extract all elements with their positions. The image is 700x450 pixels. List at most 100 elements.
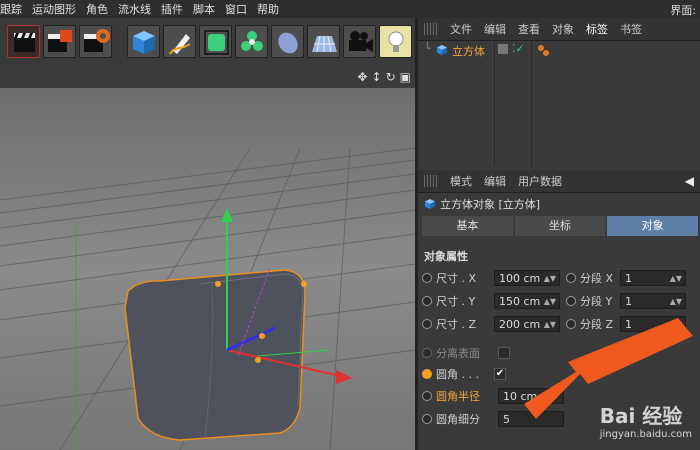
clapper-gear-icon <box>84 29 110 52</box>
fillet-radius-label: 圆角半径 <box>436 390 480 403</box>
viewport-nav: ✥ ↕ ↻ ▣ <box>357 70 411 84</box>
fillet-handle-4[interactable] <box>301 281 307 287</box>
floor-icon <box>312 35 337 53</box>
menu-window[interactable]: 窗口 <box>225 1 247 17</box>
om-menu-tags[interactable]: 标签 <box>586 21 608 37</box>
fillet-checkbox[interactable]: ✔ <box>494 368 506 380</box>
size-x-radio[interactable] <box>422 273 432 283</box>
fillet-handle-3[interactable] <box>215 281 221 287</box>
fillet-radius-radio[interactable] <box>422 391 432 401</box>
grip-icon[interactable] <box>424 175 438 187</box>
viewport-scene <box>0 147 415 450</box>
visible-check-icon[interactable]: ⁚✓ <box>512 42 525 55</box>
am-menu-userdata[interactable]: 用户数据 <box>518 173 562 189</box>
pen-tool-button[interactable] <box>163 25 196 58</box>
segments-x-label: 分段 X <box>580 272 614 285</box>
om-menu-bookmarks[interactable]: 书签 <box>620 21 642 37</box>
segments-y-field[interactable]: 1 ▲▼ <box>620 293 686 309</box>
am-menu-edit[interactable]: 编辑 <box>484 173 506 189</box>
am-menu-mode[interactable]: 模式 <box>450 173 472 189</box>
tab-coordinates[interactable]: 坐标 <box>514 216 606 236</box>
size-y-radio[interactable] <box>422 296 432 306</box>
deformer-button[interactable] <box>271 25 304 58</box>
attribute-manager-menu: 模式 编辑 用户数据 ◀ <box>418 170 700 193</box>
menu-character[interactable]: 角色 <box>86 1 108 17</box>
3d-viewport[interactable] <box>0 88 415 450</box>
size-x-label: 尺寸 . X <box>436 272 477 285</box>
om-menu-file[interactable]: 文件 <box>450 21 472 37</box>
menu-pipeline[interactable]: 流水线 <box>118 1 151 17</box>
cube-icon <box>425 199 435 209</box>
attribute-tabs: 基本 坐标 对象 <box>422 216 700 236</box>
om-menu-view[interactable]: 查看 <box>518 21 540 37</box>
tree-line-icon: └ <box>424 42 431 55</box>
add-cube-button[interactable] <box>127 25 160 58</box>
clapper-region-icon <box>48 30 72 52</box>
menu-mograph[interactable]: 运动图形 <box>32 1 76 17</box>
rotate-view-icon[interactable]: ↻ <box>386 70 396 84</box>
tab-basic[interactable]: 基本 <box>422 216 513 236</box>
fillet-subdivision-label: 圆角细分 <box>436 413 480 426</box>
zoom-view-icon[interactable]: ↕ <box>372 70 382 84</box>
cube-icon <box>133 31 155 54</box>
mograph-cloner-button[interactable] <box>235 25 268 58</box>
menu-plugins[interactable]: 插件 <box>161 1 183 17</box>
segments-y-radio[interactable] <box>566 296 576 306</box>
size-y-label: 尺寸 . Y <box>436 295 476 308</box>
render-view-button[interactable] <box>7 25 40 58</box>
pen-icon <box>169 34 191 55</box>
clapper-icon <box>14 33 35 52</box>
grip-icon[interactable] <box>424 23 438 35</box>
watermark-logo: Bai 经验 jingyan.baidu.com <box>599 404 692 440</box>
cube-object[interactable] <box>124 269 306 441</box>
deformer-icon <box>278 32 298 54</box>
separate-surfaces-checkbox[interactable] <box>498 347 510 359</box>
object-name: 立方体 <box>452 45 485 58</box>
segments-y-label: 分段 Y <box>580 295 613 308</box>
cloner-icon <box>241 31 263 51</box>
main-toolbar <box>0 18 418 66</box>
om-menu-objects[interactable]: 对象 <box>552 21 574 37</box>
tab-object[interactable]: 对象 <box>607 216 699 236</box>
move-view-icon[interactable]: ✥ <box>357 70 367 84</box>
maximize-view-icon[interactable]: ▣ <box>400 70 411 84</box>
object-manager: 文件 编辑 查看 对象 标签 书签 └ 立方体 ⁚✓ <box>418 18 700 166</box>
menu-help[interactable]: 帮助 <box>257 1 279 17</box>
segments-x-field[interactable]: 1 ▲▼ <box>620 270 686 286</box>
menu-tracking[interactable]: 跟踪 <box>0 1 22 17</box>
floor-button[interactable] <box>307 25 340 58</box>
separate-surfaces-label: 分离表面 <box>436 347 480 360</box>
attribute-title-text: 立方体对象 [立方体] <box>440 198 541 211</box>
size-z-label: 尺寸 . Z <box>436 318 477 331</box>
menu-bar: 跟踪 运动图形 角色 流水线 插件 脚本 窗口 帮助 界面: <box>0 0 700 18</box>
object-row-cube[interactable]: └ 立方体 ⁚✓ <box>418 40 700 60</box>
viewport-header: ✥ ↕ ↻ ▣ <box>0 66 415 88</box>
subdivision-button[interactable] <box>199 25 232 58</box>
layer-icon[interactable] <box>498 44 508 54</box>
om-menu-edit[interactable]: 编辑 <box>484 21 506 37</box>
fillet-handle-1[interactable] <box>259 333 265 339</box>
size-z-radio[interactable] <box>422 319 432 329</box>
light-button[interactable] <box>379 25 412 58</box>
render-region-button[interactable] <box>43 25 76 58</box>
fillet-radio[interactable] <box>422 369 432 379</box>
section-object-properties: 对象属性 <box>424 250 468 263</box>
camera-button[interactable] <box>343 25 376 58</box>
size-x-field[interactable]: 100 cm ▲▼ <box>494 270 560 286</box>
fillet-label: 圆角 . . . <box>436 368 479 381</box>
segments-x-radio[interactable] <box>566 273 576 283</box>
tag-icon[interactable] <box>536 43 550 57</box>
size-x-row: 尺寸 . X 100 cm ▲▼ 分段 X 1 ▲▼ <box>422 268 686 288</box>
cube-icon <box>437 45 447 55</box>
camera-icon <box>349 31 373 52</box>
separate-surfaces-radio[interactable] <box>422 348 432 358</box>
layout-label[interactable]: 界面: <box>670 2 696 18</box>
back-arrow-icon[interactable]: ◀ <box>685 174 694 188</box>
size-y-field[interactable]: 150 cm ▲▼ <box>494 293 560 309</box>
menu-script[interactable]: 脚本 <box>193 1 215 17</box>
light-bulb-icon <box>388 31 404 52</box>
size-y-row: 尺寸 . Y 150 cm ▲▼ 分段 Y 1 ▲▼ <box>422 291 686 311</box>
fillet-subdivision-radio[interactable] <box>422 414 432 424</box>
fillet-handle-2[interactable] <box>255 357 261 363</box>
render-settings-button[interactable] <box>79 25 112 58</box>
